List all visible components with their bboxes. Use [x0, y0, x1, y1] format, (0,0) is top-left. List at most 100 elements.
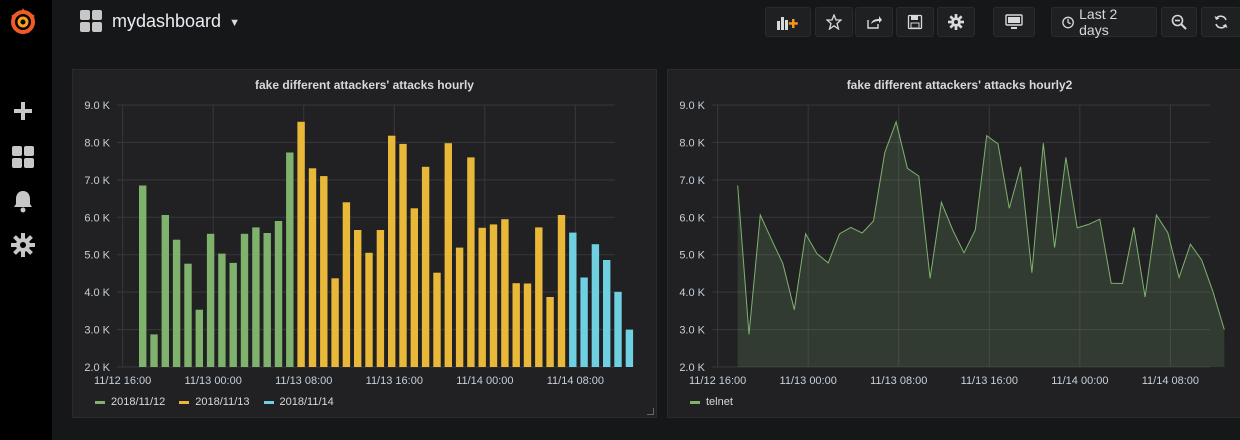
panel-attacks-hourly: fake different attackers' attacks hourly…: [72, 69, 657, 418]
panel-resize-handle[interactable]: [647, 408, 654, 415]
y-tick-label: 9.0 K: [84, 100, 110, 112]
x-tick-label: 11/13 00:00: [780, 375, 837, 387]
y-tick-label: 5.0 K: [84, 250, 110, 262]
x-tick-label: 11/13 16:00: [961, 375, 1018, 387]
x-tick-label: 11/13 08:00: [870, 375, 927, 387]
bar: [218, 253, 226, 367]
refresh-icon: [1214, 15, 1228, 29]
legend-swatch: [95, 400, 105, 404]
bar: [410, 208, 418, 367]
refresh-button[interactable]: [1201, 7, 1240, 37]
bar: [274, 221, 283, 367]
legend: telnet: [690, 396, 733, 408]
area-chart: 2.0 K 3.0 K 4.0 K 5.0 K 6.0 K 7.0 K 8.0 K 9.0 K…: [679, 100, 1225, 387]
dashboards-grid-icon[interactable]: [10, 144, 36, 170]
configuration-gear-icon[interactable]: [10, 232, 36, 258]
bar: [240, 233, 249, 367]
dashboard-settings-button[interactable]: [937, 7, 975, 37]
bar: [455, 247, 464, 367]
zoom-out-icon: [1171, 14, 1187, 30]
bar: [263, 233, 271, 367]
bar: [195, 309, 203, 367]
y-tick-label: 7.0 K: [84, 175, 110, 187]
dashboard-title-picker[interactable]: mydashboard ▼: [80, 10, 240, 32]
bar: [365, 252, 373, 367]
panel-attacks-hourly2: fake different attackers' attacks hourly…: [667, 69, 1240, 418]
zoom-out-button[interactable]: [1161, 7, 1197, 37]
bar: [139, 185, 147, 367]
y-tick-label: 8.0 K: [84, 137, 110, 149]
y-tick-label: 7.0 K: [679, 175, 705, 187]
share-dashboard-button[interactable]: [855, 7, 893, 37]
x-tick-label: 11/14 00:00: [1051, 375, 1108, 387]
save-dashboard-button[interactable]: [896, 7, 934, 37]
bar: [523, 283, 532, 367]
bar: [150, 334, 158, 367]
bar: [625, 329, 634, 367]
series-area: [737, 121, 1225, 367]
bar: [489, 224, 498, 367]
legend-swatch: [690, 400, 700, 404]
bar: [569, 232, 577, 367]
gear-icon: [948, 14, 964, 30]
bar: [501, 219, 509, 367]
x-tick-label: 11/13 08:00: [275, 375, 332, 387]
bar: [308, 168, 317, 367]
caret-down-icon: ▼: [229, 16, 240, 29]
x-tick-label: 11/13 00:00: [185, 375, 242, 387]
save-icon: [907, 14, 923, 30]
create-plus-icon[interactable]: [10, 98, 36, 124]
bar-chart: 2.0 K 3.0 K 4.0 K 5.0 K 6.0 K 7.0 K 8.0 K 9.0 K…: [84, 100, 634, 387]
legend-label: 2018/11/12: [111, 396, 166, 408]
bar: [557, 215, 566, 367]
legend-item-2018-11-13[interactable]: 2018/11/13: [179, 396, 250, 408]
alerting-bell-icon[interactable]: [10, 188, 36, 214]
y-tick-label: 3.0 K: [84, 325, 110, 337]
legend-item-2018-11-12[interactable]: 2018/11/12: [95, 396, 165, 408]
y-tick-label: 9.0 K: [679, 100, 705, 112]
clock-icon: [1062, 16, 1074, 28]
bar: [580, 277, 588, 367]
legend-label: telnet: [706, 396, 733, 408]
bar: [478, 227, 486, 367]
side-menu: [0, 0, 52, 440]
dashboard-title: mydashboard: [112, 10, 222, 31]
bar: [331, 278, 339, 367]
add-panel-button[interactable]: [765, 7, 811, 37]
bar: [444, 143, 452, 367]
x-tick-label: 11/12 16:00: [94, 375, 151, 387]
bar: [603, 260, 611, 367]
time-range-picker[interactable]: Last 2 days: [1051, 6, 1157, 38]
legend-item-2018-11-14[interactable]: 2018/11/14: [263, 396, 334, 408]
bar: [252, 227, 260, 367]
bar: [172, 239, 181, 367]
y-tick-label: 6.0 K: [679, 212, 705, 224]
dashboard-navbar: mydashboard ▼ Last 2 days: [52, 0, 1240, 48]
grafana-logo-icon[interactable]: [7, 6, 39, 38]
legend-swatch: [179, 400, 190, 404]
bar: [467, 157, 475, 367]
cycle-view-mode-button[interactable]: [993, 7, 1035, 37]
bar: [399, 143, 407, 367]
x-tick-label: 11/13 16:00: [366, 375, 423, 387]
bar: [161, 215, 169, 367]
legend-label: 2018/11/14: [279, 396, 334, 408]
legend-item-telnet[interactable]: telnet: [690, 396, 733, 408]
y-tick-label: 2.0 K: [84, 362, 110, 374]
bar: [388, 135, 396, 367]
bar: [286, 152, 294, 367]
y-tick-label: 5.0 K: [679, 250, 705, 262]
bar: [184, 263, 192, 367]
y-tick-label: 4.0 K: [84, 287, 110, 299]
x-tick-label: 11/14 08:00: [547, 375, 604, 387]
bar: [591, 244, 600, 367]
y-tick-label: 2.0 K: [679, 362, 705, 374]
bar: [297, 121, 305, 367]
bar: [320, 176, 328, 367]
y-tick-label: 6.0 K: [84, 212, 110, 224]
bar: [535, 227, 543, 367]
y-tick-label: 8.0 K: [679, 137, 705, 149]
bar: [421, 166, 430, 367]
star-dashboard-button[interactable]: [815, 7, 853, 37]
legend-label: 2018/11/13: [195, 396, 250, 408]
